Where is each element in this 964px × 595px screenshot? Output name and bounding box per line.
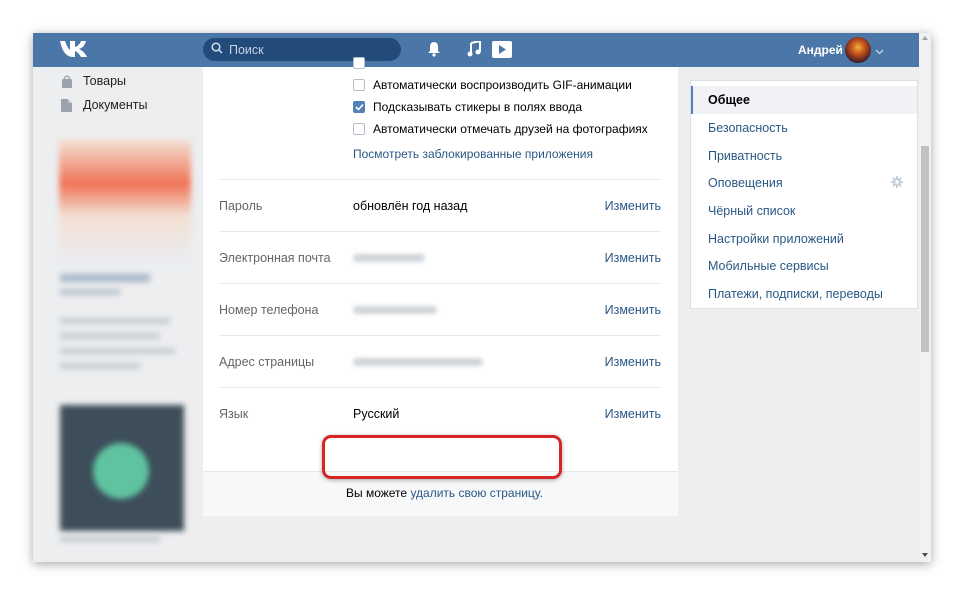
row-value: обновлён год назад	[353, 199, 468, 213]
checkbox-row-partial	[353, 57, 373, 69]
nav-item-label: Товары	[83, 74, 126, 88]
checkbox-checked[interactable]	[353, 101, 365, 113]
menu-item-payments[interactable]: Платежи, подписки, переводы	[691, 280, 917, 308]
change-link[interactable]: Изменить	[605, 199, 661, 213]
checkbox-row-gif[interactable]: Автоматически воспроизводить GIF-анимаци…	[353, 78, 632, 92]
row-label: Язык	[219, 407, 249, 421]
footer-prefix: Вы можете	[346, 486, 408, 500]
row-label: Адрес страницы	[219, 355, 315, 369]
menu-item-app-settings[interactable]: Настройки приложений	[691, 225, 917, 253]
blurred-ad-image	[59, 139, 191, 267]
vk-logo-icon[interactable]	[59, 39, 89, 62]
scroll-up-icon[interactable]	[922, 36, 928, 40]
blurred-value	[353, 306, 437, 314]
nav-item-goods[interactable]: Товары	[60, 69, 200, 93]
blurred-ad-text	[60, 318, 170, 324]
nav-item-label: Документы	[83, 98, 148, 112]
bell-icon[interactable]	[427, 41, 441, 60]
blurred-ad-title	[60, 274, 150, 282]
settings-row-phone: Номер телефона Изменить	[219, 283, 661, 336]
search-icon	[211, 42, 223, 57]
blocked-apps-link[interactable]: Посмотреть заблокированные приложения	[353, 147, 593, 161]
menu-item-label: Общее	[708, 93, 750, 107]
menu-item-privacy[interactable]: Приватность	[691, 142, 917, 170]
menu-item-label: Оповещения	[708, 176, 783, 190]
row-label: Номер телефона	[219, 303, 319, 317]
bag-icon	[60, 74, 73, 88]
menu-item-blacklist[interactable]: Чёрный список	[691, 197, 917, 225]
scroll-down-icon[interactable]	[922, 553, 928, 557]
settings-row-language: Язык Русский Изменить	[219, 387, 661, 440]
settings-panel: Автоматически воспроизводить GIF-анимаци…	[203, 57, 678, 516]
scrollbar-thumb[interactable]	[921, 146, 929, 352]
checkbox-label: Подсказывать стикеры в полях ввода	[373, 100, 582, 114]
search-input[interactable]	[227, 41, 391, 58]
menu-item-label: Чёрный список	[708, 204, 796, 218]
top-bar: Андрей	[33, 33, 919, 67]
highlight-annotation	[322, 435, 562, 479]
delete-page-link[interactable]: удалить свою страницу.	[410, 486, 543, 500]
settings-menu: Общее Безопасность Приватность Оповещени…	[690, 80, 918, 309]
document-icon	[60, 98, 73, 112]
row-label: Пароль	[219, 199, 263, 213]
checkbox-label: Автоматически отмечать друзей на фотогра…	[373, 122, 648, 136]
row-label: Электронная почта	[219, 251, 331, 265]
blurred-ad-text	[60, 348, 175, 354]
settings-row-password: Пароль обновлён год назад Изменить	[219, 179, 661, 232]
checkbox-label: Автоматически воспроизводить GIF-анимаци…	[373, 78, 632, 92]
chevron-down-icon[interactable]	[875, 44, 884, 58]
menu-item-notifications[interactable]: Оповещения	[691, 169, 917, 197]
settings-row-email: Электронная почта Изменить	[219, 231, 661, 284]
change-link[interactable]: Изменить	[605, 355, 661, 369]
blurred-value	[353, 358, 483, 366]
menu-item-security[interactable]: Безопасность	[691, 114, 917, 142]
music-icon[interactable]	[467, 39, 481, 60]
change-link[interactable]: Изменить	[605, 303, 661, 317]
checkbox-row-stickers[interactable]: Подсказывать стикеры в полях ввода	[353, 100, 582, 114]
menu-item-mobile-services[interactable]: Мобильные сервисы	[691, 252, 917, 280]
menu-item-label: Безопасность	[708, 121, 788, 135]
checkbox-row-tag-friends[interactable]: Автоматически отмечать друзей на фотогра…	[353, 122, 648, 136]
blurred-ad-logo	[93, 443, 149, 499]
video-icon[interactable]	[492, 41, 512, 61]
row-value: Русский	[353, 407, 400, 421]
menu-item-general[interactable]: Общее	[691, 86, 917, 114]
footer-text: Вы можете удалить свою страницу.	[346, 486, 543, 500]
blurred-ad-text	[60, 363, 140, 369]
gear-icon[interactable]	[891, 175, 903, 191]
nav-item-documents[interactable]: Документы	[60, 93, 200, 117]
user-name[interactable]: Андрей	[798, 43, 843, 57]
left-navigation: Товары Документы	[60, 69, 200, 117]
menu-item-label: Мобильные сервисы	[708, 259, 829, 273]
blurred-value	[353, 254, 425, 262]
checkbox[interactable]	[353, 57, 365, 69]
checkbox[interactable]	[353, 79, 365, 91]
checkmark-icon	[354, 103, 364, 111]
scrollbar[interactable]	[919, 33, 931, 562]
menu-item-label: Приватность	[708, 149, 783, 163]
menu-item-label: Настройки приложений	[708, 232, 844, 246]
blurred-ad-subtitle	[60, 289, 120, 295]
avatar[interactable]	[845, 37, 871, 63]
blurred-ad-text	[60, 333, 160, 339]
settings-row-address: Адрес страницы Изменить	[219, 335, 661, 388]
browser-window: Андрей Товары Документы	[33, 33, 931, 562]
change-link[interactable]: Изменить	[605, 251, 661, 265]
change-link[interactable]: Изменить	[605, 407, 661, 421]
menu-item-label: Платежи, подписки, переводы	[708, 287, 883, 301]
blurred-ad-text	[60, 536, 160, 542]
checkbox[interactable]	[353, 123, 365, 135]
